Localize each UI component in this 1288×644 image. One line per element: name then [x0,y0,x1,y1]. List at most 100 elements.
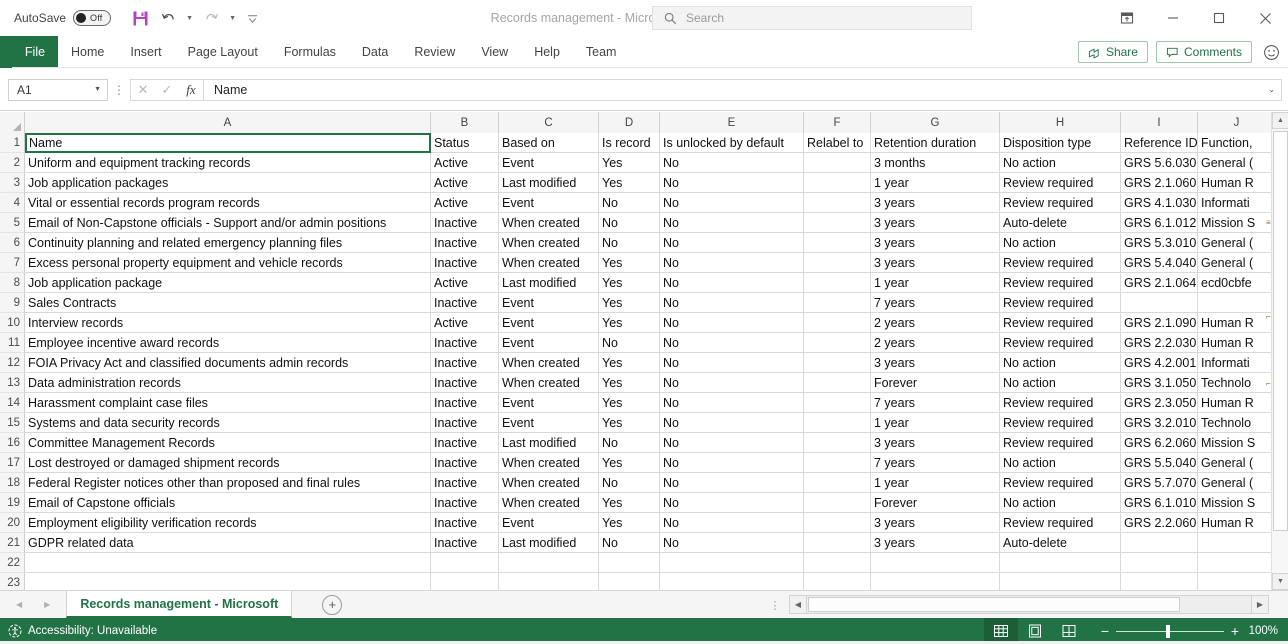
cell-B18[interactable]: Inactive [431,473,499,493]
column-header-f[interactable]: F [804,112,871,133]
tab-review[interactable]: Review [401,36,468,67]
cell-I9[interactable] [1121,293,1198,313]
cell-F3[interactable] [804,173,871,193]
cell-G19[interactable]: Forever [871,493,1000,513]
cell-F11[interactable] [804,333,871,353]
scroll-right-icon[interactable]: ▶ [1251,596,1268,613]
cell-B12[interactable]: Inactive [431,353,499,373]
vertical-scrollbar[interactable]: ▲ ▼ [1271,112,1288,590]
cell-C4[interactable]: Event [499,193,599,213]
maximize-icon[interactable] [1196,0,1242,36]
cell-A21[interactable]: GDPR related data [25,533,431,553]
cell-C9[interactable]: Event [499,293,599,313]
cell-E21[interactable]: No [660,533,804,553]
row-header-12[interactable]: 12 [0,353,25,373]
cell-D14[interactable]: Yes [599,393,660,413]
cell-B8[interactable]: Active [431,273,499,293]
cell-H12[interactable]: No action [1000,353,1121,373]
tab-team[interactable]: Team [573,36,630,67]
cell-D8[interactable]: Yes [599,273,660,293]
cell-G3[interactable]: 1 year [871,173,1000,193]
previous-sheet-icon[interactable]: ◀ [16,600,22,609]
row-header-3[interactable]: 3 [0,173,25,193]
scroll-down-icon[interactable]: ▼ [1272,573,1288,590]
cell-G13[interactable]: Forever [871,373,1000,393]
cell-G9[interactable]: 7 years [871,293,1000,313]
cell-E10[interactable]: No [660,313,804,333]
cell-H9[interactable]: Review required [1000,293,1121,313]
cell-H11[interactable]: Review required [1000,333,1121,353]
cell-D9[interactable]: Yes [599,293,660,313]
cell-H7[interactable]: Review required [1000,253,1121,273]
cell-E4[interactable]: No [660,193,804,213]
horizontal-split-handle[interactable]: ⋮ [770,595,781,615]
column-header-b[interactable]: B [431,112,499,133]
cell-F12[interactable] [804,353,871,373]
cell-F13[interactable] [804,373,871,393]
cell-D16[interactable]: No [599,433,660,453]
cell-H4[interactable]: Review required [1000,193,1121,213]
cell-A12[interactable]: FOIA Privacy Act and classified document… [25,353,431,373]
cell-E16[interactable]: No [660,433,804,453]
tab-file[interactable]: File [12,36,58,67]
redo-icon[interactable] [198,5,224,31]
cell-H3[interactable]: Review required [1000,173,1121,193]
cell-B19[interactable]: Inactive [431,493,499,513]
cell-D12[interactable]: Yes [599,353,660,373]
cell-A23[interactable] [25,573,431,590]
cell-A22[interactable] [25,553,431,573]
cell-G14[interactable]: 7 years [871,393,1000,413]
cell-D21[interactable]: No [599,533,660,553]
cell-I8[interactable]: GRS 2.1.064 [1121,273,1198,293]
next-sheet-icon[interactable]: ▶ [44,600,50,609]
cell-G6[interactable]: 3 years [871,233,1000,253]
cell-B13[interactable]: Inactive [431,373,499,393]
cell-C6[interactable]: When created [499,233,599,253]
cell-I2[interactable]: GRS 5.6.030 [1121,153,1198,173]
cell-A11[interactable]: Employee incentive award records [25,333,431,353]
cell-B4[interactable]: Active [431,193,499,213]
cell-H1[interactable]: Disposition type [1000,133,1121,153]
cell-C11[interactable]: Event [499,333,599,353]
cell-I12[interactable]: GRS 4.2.001 [1121,353,1198,373]
cell-E7[interactable]: No [660,253,804,273]
cell-I3[interactable]: GRS 2.1.060 [1121,173,1198,193]
tab-formulas[interactable]: Formulas [271,36,349,67]
cell-C21[interactable]: Last modified [499,533,599,553]
cell-F22[interactable] [804,553,871,573]
cell-H10[interactable]: Review required [1000,313,1121,333]
ribbon-display-options-icon[interactable] [1104,0,1150,36]
cell-B17[interactable]: Inactive [431,453,499,473]
column-header-a[interactable]: A [25,112,431,133]
cell-C18[interactable]: When created [499,473,599,493]
share-button[interactable]: Share [1077,41,1148,63]
row-header-5[interactable]: 5 [0,213,25,233]
cell-A14[interactable]: Harassment complaint case files [25,393,431,413]
cell-D5[interactable]: No [599,213,660,233]
cell-C5[interactable]: When created [499,213,599,233]
cell-F5[interactable] [804,213,871,233]
cell-C23[interactable] [499,573,599,590]
minimize-icon[interactable] [1150,0,1196,36]
cell-A20[interactable]: Employment eligibility verification reco… [25,513,431,533]
cell-A19[interactable]: Email of Capstone officials [25,493,431,513]
column-header-e[interactable]: E [660,112,804,133]
cell-D23[interactable] [599,573,660,590]
row-header-1[interactable]: 1 [0,133,25,153]
row-header-17[interactable]: 17 [0,453,25,473]
save-icon[interactable] [127,5,153,31]
cell-D1[interactable]: Is record [599,133,660,153]
row-header-2[interactable]: 2 [0,153,25,173]
confirm-formula-icon[interactable]: ✓ [155,80,179,100]
cell-B9[interactable]: Inactive [431,293,499,313]
cell-F20[interactable] [804,513,871,533]
cell-G5[interactable]: 3 years [871,213,1000,233]
row-header-15[interactable]: 15 [0,413,25,433]
cell-E11[interactable]: No [660,333,804,353]
row-header-18[interactable]: 18 [0,473,25,493]
row-header-8[interactable]: 8 [0,273,25,293]
row-header-22[interactable]: 22 [0,553,25,573]
cell-D18[interactable]: No [599,473,660,493]
cell-G22[interactable] [871,553,1000,573]
cell-H18[interactable]: Review required [1000,473,1121,493]
